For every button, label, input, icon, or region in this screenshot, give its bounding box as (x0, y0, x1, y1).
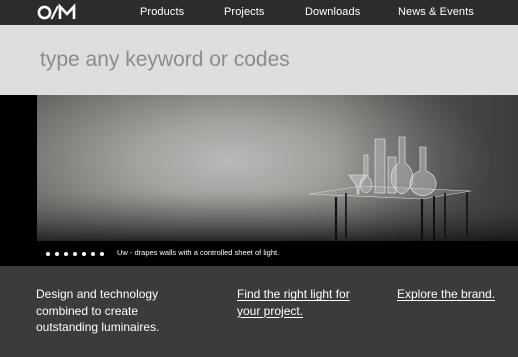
hero-slider-image (37, 95, 518, 241)
om-logo-icon (37, 3, 76, 20)
brand-tagline: Design and technology combined to create… (36, 287, 160, 334)
hero-caption: Uw - drapes walls with a controlled shee… (117, 248, 280, 257)
slider-dot[interactable] (91, 252, 95, 256)
explore-brand-link[interactable]: Explore the brand. (397, 286, 495, 303)
top-navigation-bar: Products Projects Downloads News & Event… (0, 0, 518, 25)
nav-projects[interactable]: Projects (224, 6, 265, 18)
bottom-promo-band: Design and technology combined to create… (0, 266, 518, 357)
nav-downloads[interactable]: Downloads (305, 6, 360, 18)
glassware-table-illustration (37, 95, 518, 241)
find-right-light-link[interactable]: Find the right light for your project. (237, 286, 357, 319)
hero-left-margin (0, 95, 37, 266)
search-band (0, 25, 518, 95)
slider-dot[interactable] (46, 252, 50, 256)
slider-pagination (46, 252, 104, 256)
slider-dot[interactable] (64, 252, 68, 256)
slider-dot[interactable] (73, 252, 77, 256)
hero-caption-bar: Uw - drapes walls with a controlled shee… (37, 241, 518, 266)
nav-news-events[interactable]: News & Events (398, 6, 474, 18)
slider-dot[interactable] (100, 252, 104, 256)
slider-dot[interactable] (82, 252, 86, 256)
nav-products[interactable]: Products (140, 6, 184, 18)
search-input[interactable] (40, 43, 480, 77)
slider-dot[interactable] (55, 252, 59, 256)
om-logo[interactable] (37, 3, 79, 22)
